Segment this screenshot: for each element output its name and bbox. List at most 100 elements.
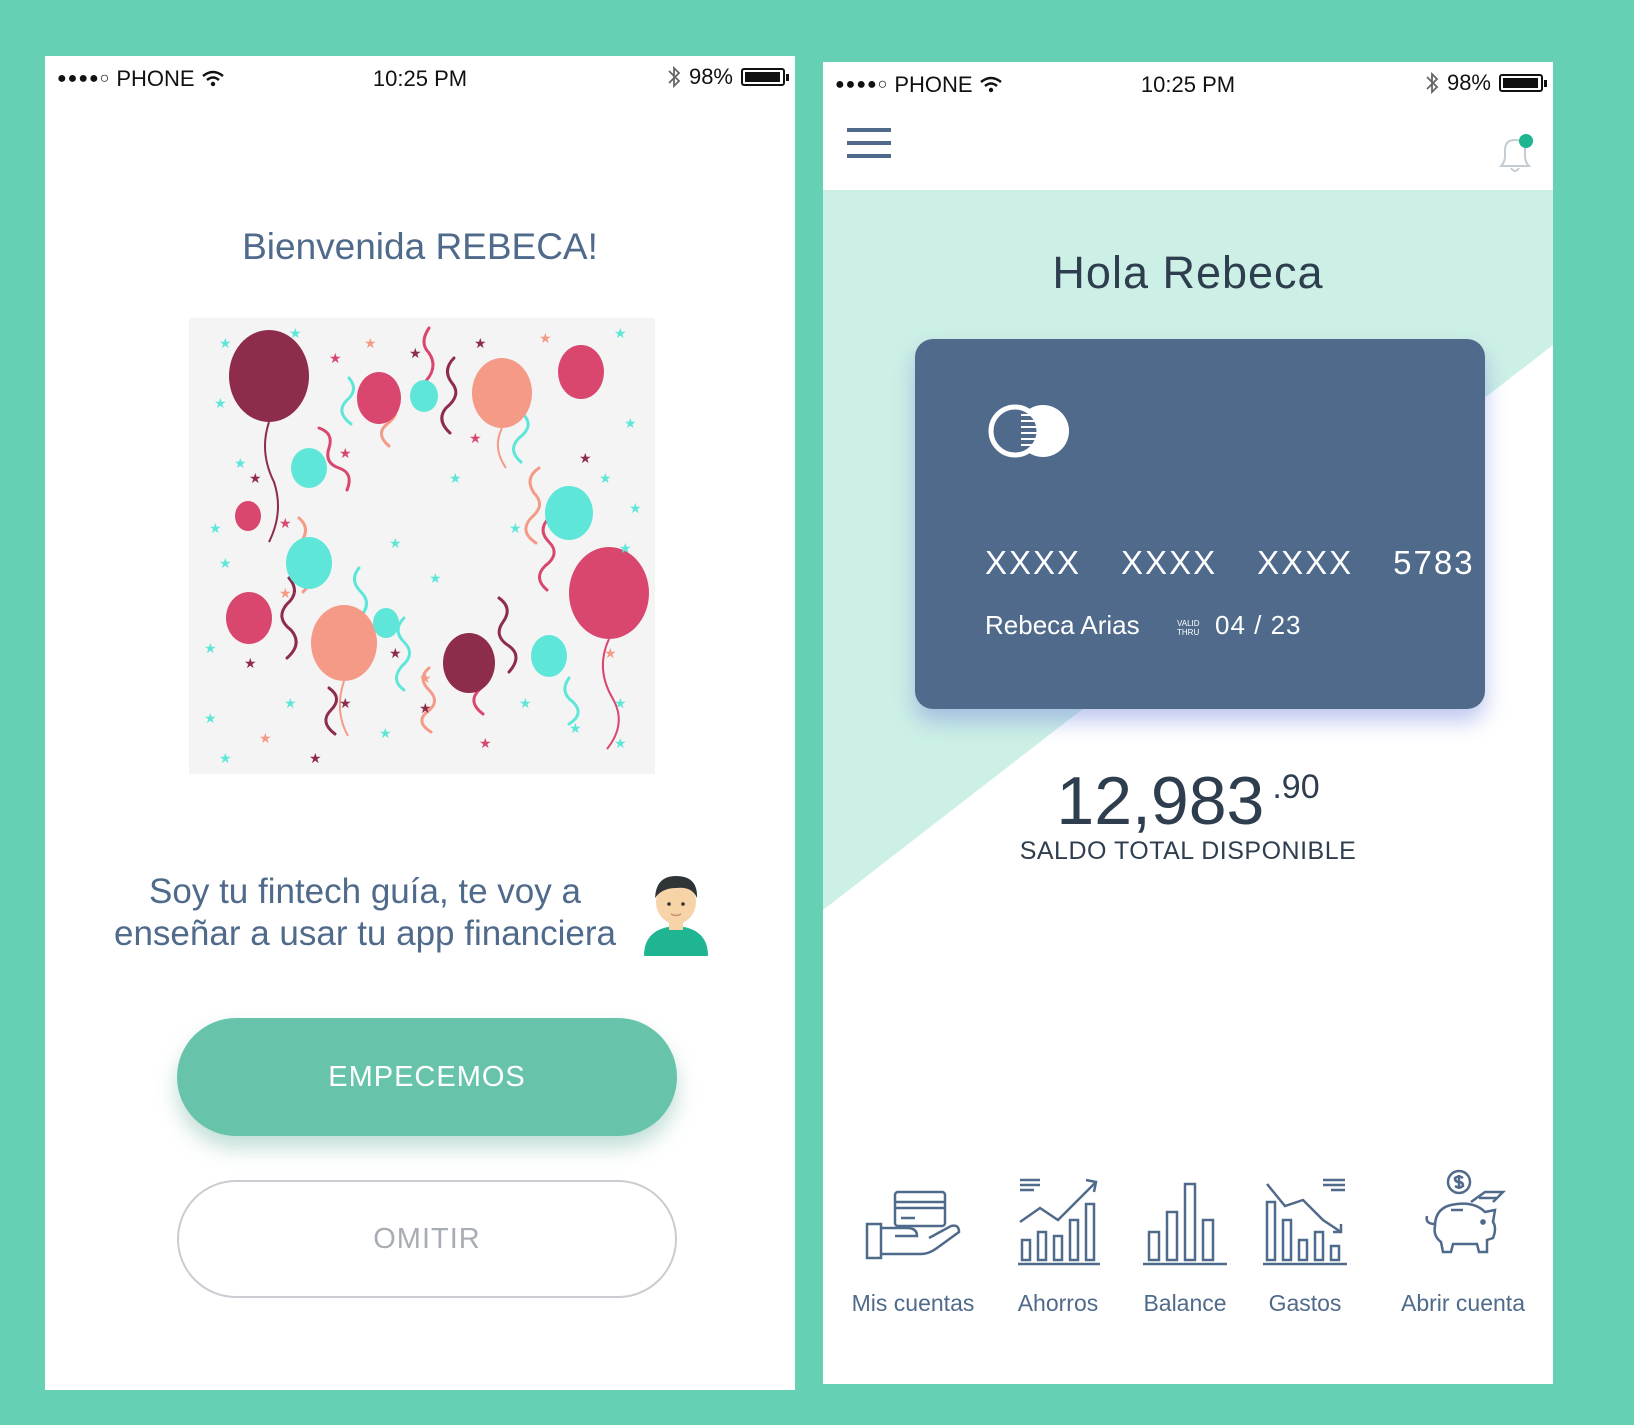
hand-card-icon [865,1190,961,1260]
nav-label: Balance [1143,1290,1227,1316]
valid-label: VALID [1177,619,1200,628]
svg-text:★: ★ [509,521,522,537]
svg-text:★: ★ [569,721,582,737]
bottom-nav: Mis cuentas Ahorros Balance Gastos Abrir… [823,1162,1553,1322]
svg-text:★: ★ [219,336,232,352]
battery-icon [741,68,789,86]
nav-item-ahorros[interactable]: Ahorros [988,1162,1128,1316]
balance-whole: 12,983 [1056,763,1265,839]
nav-item-balance[interactable]: Balance [1115,1162,1255,1316]
svg-text:★: ★ [469,431,482,447]
celebration-illustration: ★ ★ ★ ★ ★ ★ ★ ★ ★ ★ ★ ★ ★ ★ ★ ★ ★ ★ ★ ★ ★ ★ ★ ★ ★ ★ ★… [189,318,655,774]
card-number-group: XXXX [1257,544,1354,581]
card-holder-name: Rebeca Arias [985,610,1140,640]
svg-text:★: ★ [604,646,617,662]
svg-text:★: ★ [234,456,247,472]
start-button[interactable]: EMPECEMOS [177,1018,677,1136]
svg-text:★: ★ [519,696,532,712]
bar-chart-icon [1143,1182,1227,1266]
credit-card[interactable]: XXXX XXXX XXXX 5783 Rebeca Arias VALID T… [915,339,1485,709]
svg-text:★: ★ [409,346,422,362]
svg-text:★: ★ [309,751,322,767]
battery-percent: 98% [1446,70,1491,95]
guide-line-2: enseñar a usar tu app financiera [114,914,616,953]
svg-text:★: ★ [219,556,232,572]
card-number: XXXX XXXX XXXX 5783 [985,544,1475,582]
svg-text:★: ★ [219,751,232,767]
rising-chart-icon [1018,1178,1100,1266]
svg-text:★: ★ [329,351,342,367]
nav-item-gastos[interactable]: Gastos [1235,1162,1375,1316]
thru-label: THRU [1177,628,1200,637]
svg-text:★: ★ [419,671,432,687]
hamburger-menu-icon[interactable] [847,128,891,158]
svg-text:★: ★ [599,471,612,487]
svg-text:★: ★ [614,326,627,342]
notification-bell-icon[interactable] [1493,132,1537,176]
nav-label: Abrir cuenta [1400,1290,1525,1316]
battery-percent: 98% [688,64,733,89]
valid-thru-label: VALID THRU [1177,619,1200,637]
svg-text:★: ★ [579,451,592,467]
svg-text:★: ★ [279,516,292,532]
svg-text:★: ★ [614,696,627,712]
svg-text:★: ★ [289,326,302,342]
bluetooth-icon [668,65,681,89]
svg-text:★: ★ [249,471,262,487]
status-right: 98% [667,64,789,90]
nav-item-mis-cuentas[interactable]: Mis cuentas [843,1162,983,1316]
guide-avatar-icon [644,876,708,956]
svg-text:★: ★ [259,731,272,747]
svg-text:★: ★ [339,446,352,462]
balance-cents: .90 [1272,768,1320,806]
status-right: 98% [1425,70,1547,96]
svg-text:★: ★ [614,736,627,752]
balance-label: SALDO TOTAL DISPONIBLE [1019,837,1357,865]
svg-text:★: ★ [204,711,217,727]
card-brand-icon [988,404,1069,458]
piggy-bank-icon [1425,1169,1507,1254]
svg-text:★: ★ [474,336,487,352]
falling-chart-icon [1263,1178,1347,1266]
svg-text:★: ★ [214,396,227,412]
svg-text:★: ★ [279,586,292,602]
card-number-group: XXXX [1121,544,1218,581]
battery-icon [1499,74,1547,92]
card-number-group: XXXX [985,544,1082,581]
svg-text:★: ★ [389,536,402,552]
svg-text:★: ★ [389,646,402,662]
svg-text:★: ★ [379,726,392,742]
status-bar: ●●●●○ PHONE 10:25 PM 98% [823,62,1553,106]
svg-text:★: ★ [539,331,552,347]
svg-text:★: ★ [364,336,377,352]
svg-text:★: ★ [429,571,442,587]
svg-text:★: ★ [209,521,222,537]
svg-text:★: ★ [244,656,257,672]
svg-text:★: ★ [204,641,217,657]
greeting: Hola Rebeca [1052,247,1324,298]
welcome-title: Bienvenida REBECA! [242,226,598,267]
svg-text:★: ★ [419,701,432,717]
svg-text:★: ★ [449,471,462,487]
guide-message: Soy tu fintech guía, te voy a enseñar a … [95,871,635,955]
svg-text:★: ★ [479,736,492,752]
balance-amount: 12,983.90 [823,762,1553,840]
nav-label: Ahorros [1017,1290,1099,1316]
home-screen: ●●●●○ PHONE 10:25 PM 98% Hola Rebeca XXX… [823,62,1553,1384]
balloons-confetti-icon: ★★ ★★ ★★ ★ ★ ★★ ★★ ★★ ★ ★ ★★ ★ ★ ★★ ★★ ★★ ★… [204,326,649,767]
guide-line-1: Soy tu fintech guía, te voy a [149,872,581,911]
card-expiry: 04 / 23 [1215,610,1302,640]
nav-item-abrir-cuenta[interactable]: Abrir cuenta [1393,1162,1533,1316]
svg-text:★: ★ [624,416,637,432]
status-bar: ●●●●○ PHONE 10:25 PM 98% [45,56,795,100]
welcome-screen: ●●●●○ PHONE 10:25 PM 98% Bienvenida REBE… [45,56,795,1390]
bluetooth-icon [1426,71,1439,95]
svg-text:★: ★ [619,541,632,557]
svg-text:★: ★ [629,501,642,517]
nav-label: Gastos [1268,1290,1342,1316]
skip-button[interactable]: OMITIR [177,1180,677,1298]
svg-text:★: ★ [284,696,297,712]
nav-label: Mis cuentas [851,1290,975,1316]
card-number-group: 5783 [1393,544,1475,581]
svg-text:★: ★ [339,696,352,712]
